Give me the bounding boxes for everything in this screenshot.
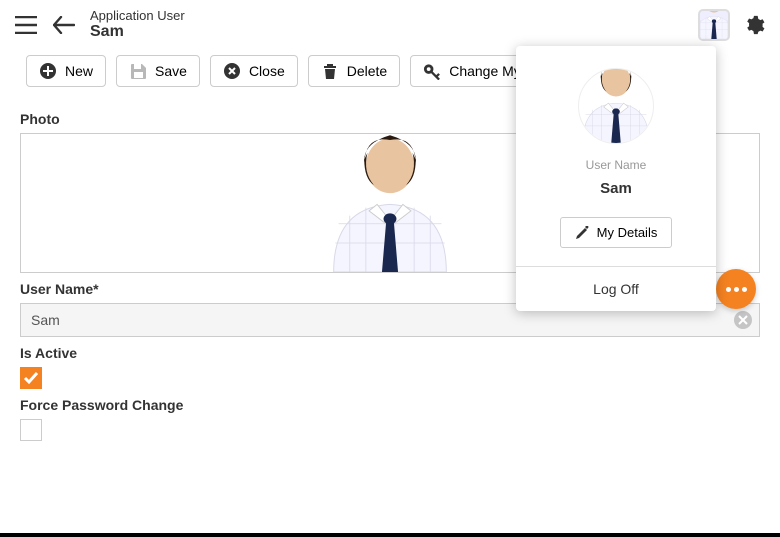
close-button[interactable]: Close <box>210 55 298 87</box>
isactive-checkbox[interactable] <box>20 367 42 389</box>
new-button-label: New <box>65 63 93 79</box>
pencil-icon <box>575 226 589 240</box>
close-circle-icon <box>223 62 241 80</box>
popover-userlabel: User Name <box>586 158 647 172</box>
my-details-label: My Details <box>597 225 658 240</box>
back-icon[interactable] <box>52 13 76 37</box>
user-popover: User Name Sam My Details Log Off <box>516 46 716 311</box>
isactive-label: Is Active <box>20 345 760 361</box>
delete-button-label: Delete <box>347 63 387 79</box>
my-details-button[interactable]: My Details <box>560 217 673 248</box>
logoff-label: Log Off <box>593 281 639 297</box>
trash-icon <box>321 62 339 80</box>
plus-circle-icon <box>39 62 57 80</box>
page-subtitle: Application User <box>90 8 686 23</box>
user-photo <box>325 133 455 272</box>
forcepwd-checkbox[interactable] <box>20 419 42 441</box>
save-button-label: Save <box>155 63 187 79</box>
new-button[interactable]: New <box>26 55 106 87</box>
avatar-small[interactable] <box>700 11 728 39</box>
fab-more[interactable] <box>716 269 756 309</box>
popover-username: Sam <box>600 180 632 197</box>
gear-icon[interactable] <box>742 13 766 37</box>
page-title: Sam <box>90 23 686 41</box>
menu-icon[interactable] <box>14 13 38 37</box>
close-button-label: Close <box>249 63 285 79</box>
forcepwd-label: Force Password Change <box>20 397 760 413</box>
key-icon <box>423 62 441 80</box>
avatar-large <box>578 68 654 144</box>
bottom-border <box>0 533 780 537</box>
save-icon <box>129 62 147 80</box>
logoff-button[interactable]: Log Off <box>516 267 716 311</box>
page-header: Application User Sam <box>90 8 686 41</box>
clear-input-icon[interactable] <box>734 311 752 329</box>
save-button[interactable]: Save <box>116 55 200 87</box>
delete-button[interactable]: Delete <box>308 55 400 87</box>
